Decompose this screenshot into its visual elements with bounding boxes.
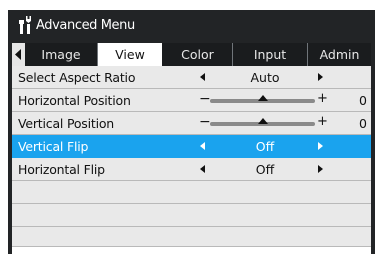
setting-row-select-aspect-ratio[interactable]: Select Aspect Ratio Auto bbox=[12, 66, 371, 89]
arrow-left-icon[interactable] bbox=[200, 73, 205, 81]
setting-row-vertical-position[interactable]: Vertical Position − + 0 bbox=[12, 112, 371, 135]
caret-left-icon bbox=[15, 49, 21, 60]
window-title: Advanced Menu bbox=[36, 18, 135, 33]
setting-row-horizontal-flip[interactable]: Horizontal Flip Off bbox=[12, 158, 371, 181]
setting-value: Auto bbox=[250, 70, 280, 85]
empty-row bbox=[12, 181, 371, 204]
tab-admin[interactable]: Admin bbox=[308, 43, 371, 66]
empty-row bbox=[12, 227, 371, 247]
setting-value: 0 bbox=[359, 93, 367, 108]
setting-row-horizontal-position[interactable]: Horizontal Position − + 0 bbox=[12, 89, 371, 112]
tab-bar: Image View Color Input Admin bbox=[12, 43, 371, 66]
title-bar: Advanced Menu bbox=[8, 10, 375, 40]
setting-label: Horizontal Position bbox=[18, 93, 131, 108]
setting-value: 0 bbox=[359, 116, 367, 131]
advanced-menu-window: Advanced Menu Image View Color Input Adm… bbox=[8, 10, 375, 254]
tab-image[interactable]: Image bbox=[25, 43, 98, 66]
slider-thumb[interactable] bbox=[257, 118, 268, 124]
setting-label: Vertical Position bbox=[18, 116, 115, 131]
plus-icon[interactable]: + bbox=[317, 91, 328, 106]
setting-label: Horizontal Flip bbox=[18, 162, 105, 177]
empty-row bbox=[12, 204, 371, 227]
tools-icon bbox=[19, 15, 33, 35]
arrow-right-icon[interactable] bbox=[318, 142, 323, 150]
setting-label: Select Aspect Ratio bbox=[18, 70, 136, 85]
plus-icon[interactable]: + bbox=[317, 114, 328, 129]
minus-icon[interactable]: − bbox=[199, 91, 211, 107]
slider-thumb[interactable] bbox=[257, 95, 268, 101]
setting-row-vertical-flip[interactable]: Vertical Flip Off bbox=[12, 135, 371, 158]
tab-scroll-left-button[interactable] bbox=[12, 43, 25, 66]
setting-value: Off bbox=[255, 162, 275, 177]
setting-value: Off bbox=[255, 139, 275, 154]
minus-icon[interactable]: − bbox=[199, 114, 211, 130]
setting-label: Vertical Flip bbox=[18, 139, 89, 154]
arrow-left-icon[interactable] bbox=[200, 142, 205, 150]
arrow-left-icon[interactable] bbox=[200, 165, 205, 173]
arrow-right-icon[interactable] bbox=[318, 73, 323, 81]
tab-view[interactable]: View bbox=[98, 43, 162, 66]
arrow-right-icon[interactable] bbox=[318, 165, 323, 173]
tab-color[interactable]: Color bbox=[163, 43, 233, 66]
tab-input[interactable]: Input bbox=[233, 43, 308, 66]
